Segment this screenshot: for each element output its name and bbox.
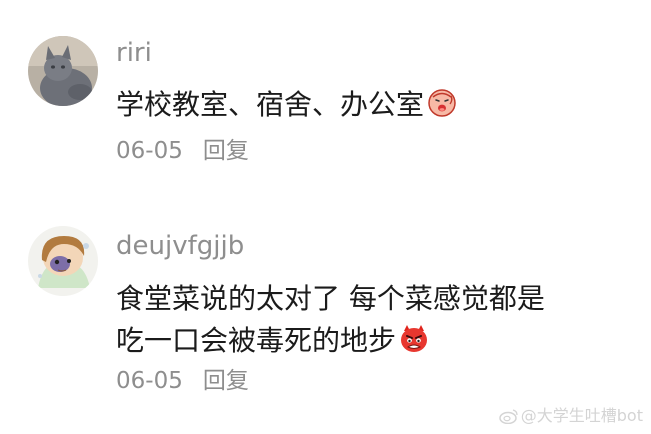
watermark: @大学生吐槽bot	[499, 402, 643, 426]
comment-text: 食堂菜说的太对了 每个菜感觉都是 吃一口会被毒死的地步	[116, 278, 545, 362]
comment-date: 06-05	[116, 368, 183, 394]
comment-item: riri 学校教室、宿舍、办公室 06-05 回复	[0, 0, 651, 200]
reply-button[interactable]: 回复	[203, 368, 249, 394]
comment-item: deujvfgjjb 食堂菜说的太对了 每个菜感觉都是 吃一口会被毒死的地步 0…	[0, 200, 651, 434]
user-avatar[interactable]	[28, 36, 98, 106]
comment-text-line: 学校教室、宿舍、办公室	[116, 88, 425, 121]
comment-meta: 06-05 回复	[116, 367, 249, 395]
comment-text-line: 食堂菜说的太对了 每个菜感觉都是	[116, 282, 545, 315]
comment-text-line-2: 吃一口会被毒死的地步	[116, 320, 545, 362]
user-avatar[interactable]	[28, 226, 98, 296]
comment-username[interactable]: riri	[116, 38, 152, 68]
comment-meta: 06-05 回复	[116, 137, 249, 165]
weibo-icon	[499, 409, 518, 424]
cartoon-girl-avatar-icon	[28, 226, 98, 296]
comment-username[interactable]: deujvfgjjb	[116, 231, 244, 261]
comment-date: 06-05	[116, 138, 183, 164]
reply-button[interactable]: 回复	[203, 138, 249, 164]
watermark-text: @大学生吐槽bot	[520, 406, 643, 425]
comment-text: 学校教室、宿舍、办公室	[116, 84, 458, 126]
gray-cat-avatar-icon	[28, 36, 98, 106]
sad-face-emoji-icon	[428, 89, 456, 117]
angry-devil-emoji-icon	[401, 325, 428, 352]
comment-text-line: 吃一口会被毒死的地步	[116, 324, 397, 357]
